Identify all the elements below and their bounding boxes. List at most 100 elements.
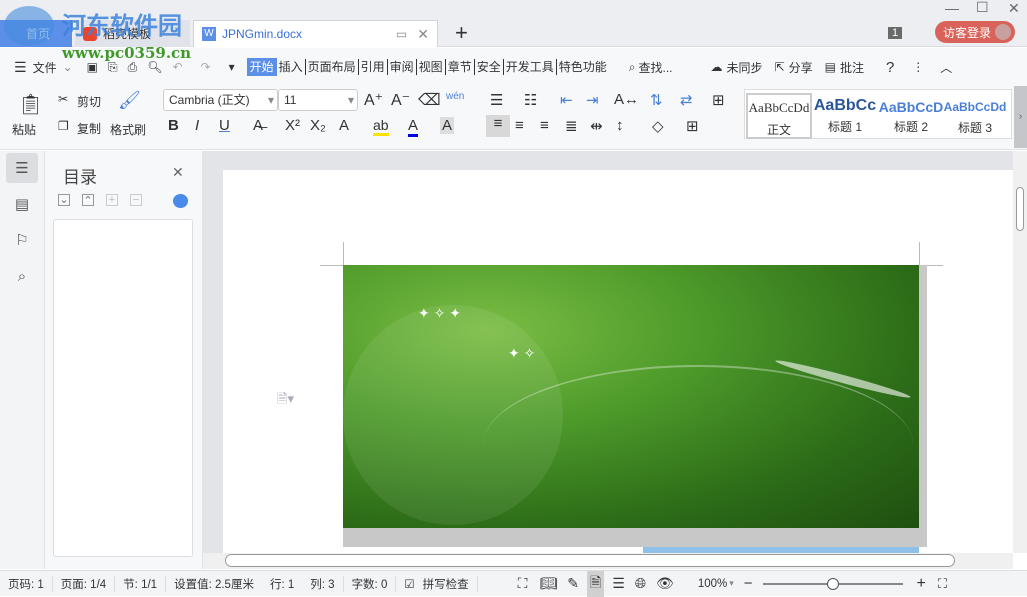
more-icon[interactable]: ⋮ (912, 60, 924, 74)
font-color-button[interactable]: A (408, 117, 418, 137)
close-panel-icon[interactable]: ✕ (172, 164, 184, 181)
numbered-list-icon[interactable]: ☷ (524, 91, 537, 109)
vertical-scrollbar[interactable] (1013, 151, 1027, 553)
status-page-number[interactable]: 页码: 1 (0, 576, 53, 592)
bookmark-icon[interactable]: ⚐ (6, 225, 38, 255)
document-image[interactable]: ✦ ✧ ✦ ✦ ✧ (343, 265, 919, 528)
menu-tab-developer[interactable]: 开发工具 (504, 59, 557, 75)
decrease-indent-icon[interactable]: ⇤ (560, 91, 573, 109)
sort-icon[interactable]: ⇅ (650, 91, 663, 109)
login-button[interactable]: 访客登录 (935, 21, 1015, 43)
menu-tab-features[interactable]: 特色功能 (557, 59, 609, 75)
highlight-button[interactable]: ab (373, 117, 389, 136)
subscript-button[interactable]: X₂ (310, 117, 326, 134)
font-size-select[interactable]: 11▾ (278, 89, 358, 111)
scroll-thumb[interactable] (225, 554, 955, 567)
font-family-select[interactable]: Cambria (正文)▾ (163, 89, 278, 111)
spellcheck-button[interactable]: 拼写检查 (415, 576, 478, 592)
undo-icon[interactable]: ↶ (172, 60, 182, 74)
clear-format-icon[interactable]: ⌫ (418, 90, 441, 110)
expand-icon[interactable]: ⌃ (82, 194, 94, 206)
redo-icon[interactable]: ↷ (201, 60, 211, 74)
menu-tab-references[interactable]: 引用 (359, 59, 388, 75)
menu-icon[interactable]: ☰ (14, 59, 27, 76)
smart-toc-icon[interactable] (173, 194, 188, 208)
zoom-slider[interactable] (763, 583, 903, 585)
menu-tab-view[interactable]: 视图 (417, 59, 446, 75)
italic-button[interactable]: I (195, 117, 199, 134)
new-tab-button[interactable]: + (455, 20, 468, 46)
reading-mode-icon[interactable]: 📖︎ (539, 575, 557, 592)
collapse-ribbon-icon[interactable]: ︿ (940, 59, 952, 76)
fullscreen-icon[interactable]: ⛶ (518, 575, 528, 592)
toc-icon[interactable]: ☰ (6, 153, 38, 183)
status-setting[interactable]: 设置值: 2.5厘米 (166, 576, 262, 592)
fit-window-icon[interactable]: ⛶ (938, 576, 947, 592)
add-level-icon[interactable]: + (106, 194, 118, 206)
strikethrough-button[interactable]: A̶ (253, 117, 263, 134)
monitor-icon[interactable]: ▭ (396, 27, 407, 41)
style-heading-2[interactable]: AaBbCcD标题 2 (878, 93, 944, 139)
paragraph-menu-icon[interactable]: 🗎︎▾ (277, 390, 294, 412)
align-center-button[interactable]: ≡ (515, 117, 524, 134)
minimize-button[interactable]: — (945, 0, 959, 16)
outline-view-icon[interactable]: ☰ (612, 575, 625, 592)
align-left-button[interactable]: ≡ (486, 115, 510, 137)
style-heading-3[interactable]: AaBbCcDd标题 3 (942, 93, 1008, 139)
pinyin-button[interactable]: wén (446, 91, 464, 102)
format-painter-button[interactable]: 格式刷 (110, 121, 146, 138)
menu-tab-review[interactable]: 审阅 (388, 59, 417, 75)
cut-button[interactable]: 剪切 (77, 93, 101, 110)
close-tab-icon[interactable]: ✕ (417, 26, 429, 43)
show-marks-icon[interactable]: ⇄ (680, 91, 693, 109)
status-row[interactable]: 行: 1 (262, 576, 302, 592)
bold-button[interactable]: B (168, 117, 179, 134)
char-spacing-icon[interactable]: A↔ (614, 91, 639, 108)
menu-tab-insert[interactable]: 插入 (277, 59, 306, 75)
menu-tab-start[interactable]: 开始 (247, 58, 277, 76)
text-effect-button[interactable]: A (339, 117, 349, 134)
window-count-badge[interactable]: 1 (888, 27, 902, 39)
menu-tab-layout[interactable]: 页面布局 (306, 59, 359, 75)
bullet-list-icon[interactable]: ☰ (490, 91, 503, 109)
status-col[interactable]: 列: 3 (302, 576, 343, 592)
zoom-out-button[interactable]: − (744, 575, 753, 592)
status-pages[interactable]: 页面: 1/4 (53, 576, 115, 592)
help-button[interactable]: ? (886, 59, 894, 76)
edit-mode-icon[interactable]: ✎ (567, 575, 579, 592)
sync-status[interactable]: 未同步 (727, 59, 763, 76)
shrink-font-icon[interactable]: A⁻ (391, 90, 410, 110)
underline-button[interactable]: U (219, 117, 230, 134)
border-icon[interactable]: ⊞ (686, 117, 699, 135)
share-button[interactable]: 分享 (789, 59, 813, 76)
quick-access-dropdown[interactable]: ▾ (229, 60, 235, 74)
distribute-button[interactable]: ⇹ (590, 117, 603, 135)
table-layout-icon[interactable]: ⊞ (712, 91, 725, 109)
find-icon[interactable]: ⌕ (6, 261, 38, 291)
zoom-slider-thumb[interactable] (827, 578, 839, 590)
style-heading-1[interactable]: AaBbCc标题 1 (812, 93, 878, 139)
close-window-button[interactable]: ✕ (1008, 0, 1020, 17)
tab-document[interactable]: WJPNGmin.docx▭✕ (193, 20, 438, 47)
save-icon[interactable]: ▣ (87, 60, 98, 74)
paste-icon[interactable]: 📋︎ (18, 92, 43, 117)
status-section[interactable]: 节: 1/1 (115, 576, 166, 592)
print-preview-icon[interactable]: 🔍︎ (147, 60, 162, 74)
align-right-button[interactable]: ≡ (540, 117, 549, 134)
menu-tab-chapter[interactable]: 章节 (446, 59, 475, 75)
increase-indent-icon[interactable]: ⇥ (586, 91, 599, 109)
collapse-icon[interactable]: ⌄ (58, 194, 70, 206)
remove-level-icon[interactable]: − (130, 194, 142, 206)
eye-protection-icon[interactable]: 👁︎ (656, 575, 674, 592)
copy-button[interactable]: 复制 (77, 120, 101, 137)
web-view-icon[interactable]: 🌐︎ (635, 575, 646, 592)
char-shading-button[interactable]: A (440, 117, 454, 134)
page-view-icon[interactable]: 🗎︎ (587, 571, 604, 597)
line-spacing-icon[interactable]: ↕ (616, 117, 624, 134)
scroll-thumb[interactable] (1016, 187, 1024, 231)
grow-font-icon[interactable]: A⁺ (364, 90, 383, 110)
paste-button[interactable]: 粘贴 (12, 121, 36, 138)
shading-icon[interactable]: ◇ (652, 117, 664, 135)
zoom-dropdown-icon[interactable]: ▾ (729, 578, 734, 589)
style-normal[interactable]: AaBbCcDd正文 (746, 93, 812, 139)
